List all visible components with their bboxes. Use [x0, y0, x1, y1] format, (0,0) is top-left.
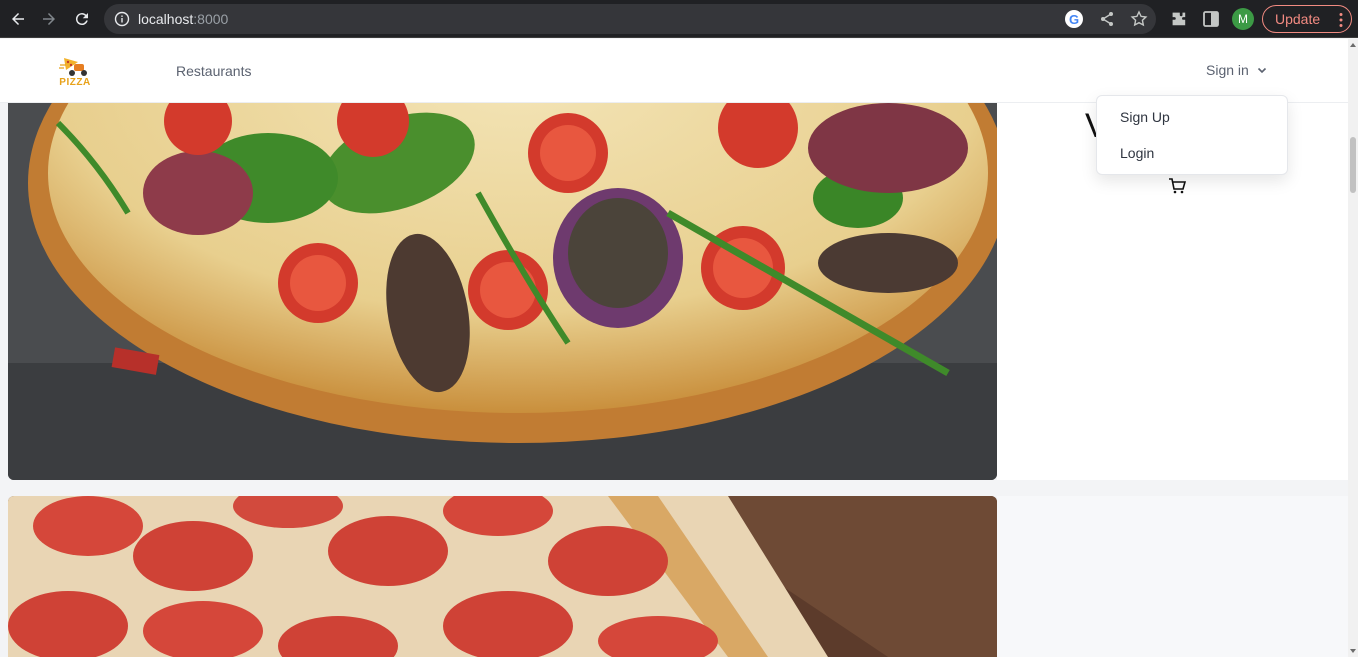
- cart-icon[interactable]: [1168, 177, 1186, 195]
- browser-toolbar: localhost:8000 G M Update: [0, 0, 1358, 38]
- login-menu-item[interactable]: Login: [1120, 145, 1154, 161]
- avatar[interactable]: M: [1232, 8, 1254, 30]
- logo-text: PIZZA: [59, 77, 91, 88]
- nav-link-restaurants[interactable]: Restaurants: [176, 63, 251, 79]
- pizza-card-image[interactable]: [8, 496, 997, 657]
- update-label: Update: [1275, 11, 1321, 27]
- url-text: localhost:8000: [138, 11, 229, 27]
- side-panel-icon[interactable]: [1201, 9, 1221, 29]
- veggie-pizza-image: [8, 103, 997, 480]
- scrollbar-thumb[interactable]: [1350, 137, 1356, 193]
- reload-button[interactable]: [70, 7, 94, 31]
- chevron-down-icon: [1257, 67, 1266, 74]
- share-icon[interactable]: [1098, 10, 1116, 28]
- back-button[interactable]: [6, 7, 30, 31]
- update-button[interactable]: Update: [1262, 5, 1352, 33]
- menu-icon: [1339, 13, 1343, 27]
- address-bar[interactable]: localhost:8000 G: [104, 4, 1156, 34]
- forward-icon: [43, 13, 55, 25]
- signin-label: Sign in: [1206, 62, 1249, 78]
- signup-menu-item[interactable]: Sign Up: [1120, 109, 1170, 125]
- back-icon: [12, 13, 24, 25]
- scroll-down-arrow-icon[interactable]: [1350, 649, 1356, 653]
- info-icon[interactable]: [114, 11, 130, 27]
- logo[interactable]: PIZZA: [58, 56, 92, 88]
- page-scrollbar[interactable]: [1348, 39, 1358, 657]
- site-header: PIZZA Restaurants Sign in: [0, 39, 1348, 103]
- star-icon[interactable]: [1130, 10, 1148, 28]
- restaurant-sidebar-2: [997, 496, 1348, 657]
- signin-dropdown-menu: Sign Up Login: [1096, 95, 1288, 175]
- reload-icon: [75, 13, 88, 26]
- pizza-card-image[interactable]: [8, 103, 997, 480]
- pizza-scooter-logo-icon: [59, 58, 87, 76]
- signin-dropdown-trigger[interactable]: Sign in: [1206, 62, 1269, 78]
- google-icon[interactable]: G: [1065, 10, 1083, 28]
- forward-button[interactable]: [37, 7, 61, 31]
- scroll-up-arrow-icon[interactable]: [1350, 43, 1356, 47]
- extensions-icon[interactable]: [1169, 9, 1189, 29]
- pepperoni-pizza-image: [8, 496, 997, 657]
